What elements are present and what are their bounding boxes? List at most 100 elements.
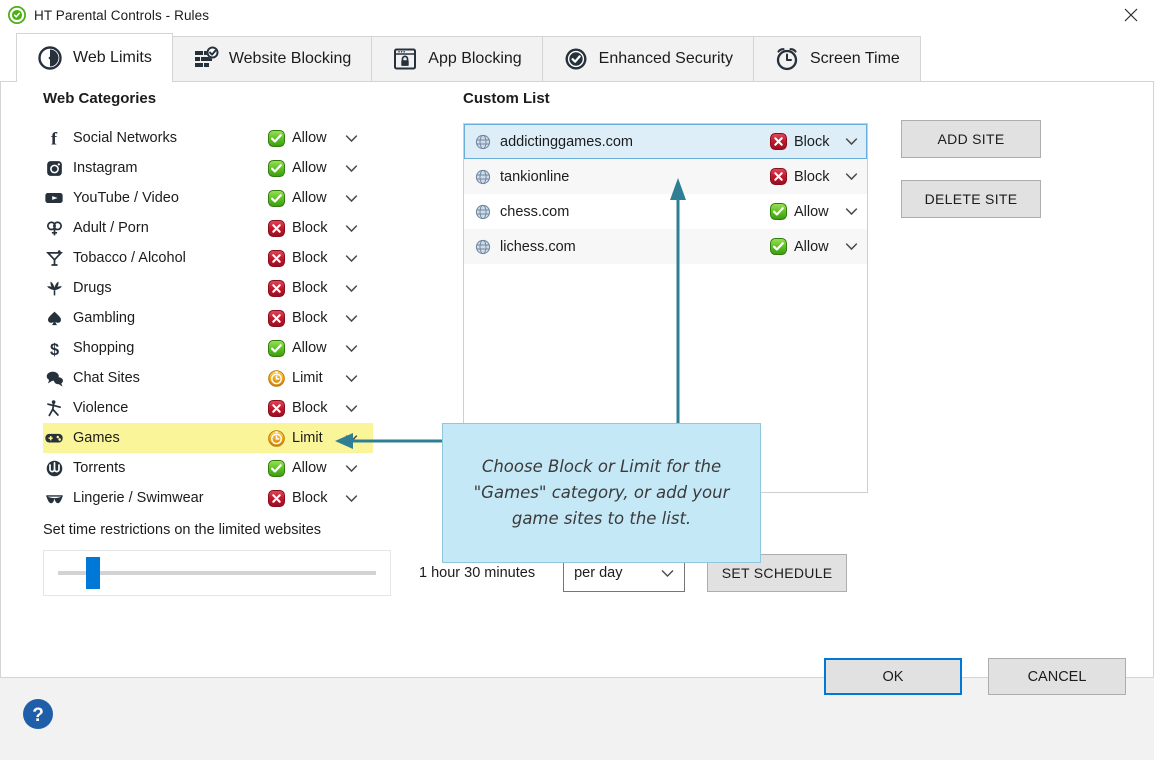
site-label: addictinggames.com (500, 133, 633, 150)
slider-thumb[interactable] (85, 557, 100, 589)
category-state-dropdown[interactable]: Allow (268, 159, 373, 177)
category-row[interactable]: Drugs Block (43, 273, 373, 303)
tab-website-blocking[interactable]: Website Blocking (171, 36, 373, 81)
chevron-down-icon (345, 494, 358, 502)
block-badge-icon (770, 133, 787, 150)
category-row[interactable]: Adult / Porn Block (43, 213, 373, 243)
category-row[interactable]: $ Shopping Allow (43, 333, 373, 363)
category-state-dropdown[interactable]: Block (268, 309, 373, 327)
site-state-dropdown[interactable]: Allow (770, 203, 858, 220)
site-row[interactable]: addictinggames.com Block (464, 124, 867, 159)
category-state-label: Limit (292, 430, 323, 446)
category-state-dropdown[interactable]: Limit (268, 429, 373, 447)
chevron-down-icon (345, 224, 358, 232)
dollar-icon: $ (49, 340, 58, 357)
fighter-icon (43, 397, 65, 419)
category-state-dropdown[interactable]: Block (268, 399, 373, 417)
category-state-dropdown[interactable]: Block (268, 219, 373, 237)
allow-badge-icon (268, 159, 285, 177)
category-row[interactable]: Gambling Block (43, 303, 373, 333)
time-slider[interactable] (43, 550, 391, 596)
category-row[interactable]: Tobacco / Alcohol Block (43, 243, 373, 273)
close-button[interactable] (1108, 0, 1154, 30)
category-row[interactable]: Chat Sites Limit (43, 363, 373, 393)
close-icon (1124, 8, 1138, 22)
globe-icon (475, 239, 491, 254)
category-state-dropdown[interactable]: Allow (268, 189, 373, 207)
window-title: HT Parental Controls - Rules (34, 7, 210, 23)
tab-label: Screen Time (809, 50, 900, 67)
tab-app-blocking[interactable]: App Blocking (371, 36, 543, 81)
chevron-down-icon (345, 194, 358, 202)
allow-badge-icon (268, 459, 285, 477)
category-row[interactable]: Violence Block (43, 393, 373, 423)
category-row[interactable]: Games Limit (43, 423, 373, 453)
category-row[interactable]: Lingerie / Swimwear Block (43, 483, 373, 513)
site-state-dropdown[interactable]: Block (770, 133, 858, 150)
globe-icon (475, 169, 491, 184)
category-state-dropdown[interactable]: Block (268, 489, 373, 507)
block-badge-icon (268, 219, 285, 237)
allow-badge-icon (268, 339, 285, 357)
category-state-dropdown[interactable]: Allow (268, 129, 373, 147)
chevron-down-icon (845, 243, 858, 251)
main-panel: Web Categories f Social Networks Allow In… (0, 82, 1154, 677)
site-state-label: Allow (794, 203, 829, 220)
ok-button[interactable]: OK (824, 658, 962, 695)
limit-badge-icon (268, 429, 285, 447)
category-row[interactable]: YouTube / Video Allow (43, 183, 373, 213)
category-state-dropdown[interactable]: Allow (268, 459, 373, 477)
chat-icon (46, 371, 63, 386)
instagram-icon (43, 157, 65, 179)
help-button[interactable]: ? (22, 698, 54, 730)
site-state-dropdown[interactable]: Block (770, 168, 858, 185)
bra-icon (45, 494, 63, 503)
app-lock-icon (394, 48, 417, 70)
gamepad-icon (45, 433, 63, 443)
chevron-down-icon (345, 374, 358, 382)
delete-site-button[interactable]: DELETE SITE (901, 180, 1041, 218)
category-label: Tobacco / Alcohol (73, 250, 186, 266)
category-row[interactable]: Torrents Allow (43, 453, 373, 483)
tab-enhanced-security[interactable]: Enhanced Security (541, 36, 754, 81)
category-label: Social Networks (73, 130, 177, 146)
tab-label: Website Blocking (228, 50, 352, 67)
category-row[interactable]: Instagram Allow (43, 153, 373, 183)
torrent-icon (43, 457, 65, 479)
site-label: tankionline (500, 168, 570, 185)
category-state-dropdown[interactable]: Block (268, 279, 373, 297)
block-badge-icon (268, 399, 285, 417)
site-action-buttons: ADD SITE DELETE SITE (901, 120, 1041, 218)
site-row[interactable]: tankionline Block (464, 159, 867, 194)
site-row[interactable]: lichess.com Allow (464, 229, 867, 264)
clock-pie-icon (38, 46, 62, 70)
category-state-label: Allow (292, 160, 327, 176)
site-state-dropdown[interactable]: Allow (770, 238, 858, 255)
chevron-down-icon (345, 254, 358, 262)
web-categories-list: f Social Networks Allow Instagram Allow Y… (43, 123, 373, 513)
bra-icon (43, 487, 65, 509)
category-state-label: Block (292, 490, 328, 506)
callout-box: Choose Block or Limit for the "Games" ca… (442, 423, 761, 563)
tab-label: Web Limits (73, 49, 152, 66)
chevron-down-icon (345, 344, 358, 352)
category-row[interactable]: f Social Networks Allow (43, 123, 373, 153)
allow-badge-icon (268, 129, 285, 147)
shield-check-icon (8, 6, 26, 24)
category-state-dropdown[interactable]: Allow (268, 339, 373, 357)
category-label: Instagram (73, 160, 138, 176)
tab-web-limits[interactable]: Web Limits (16, 33, 173, 82)
add-site-button[interactable]: ADD SITE (901, 120, 1041, 158)
category-state-dropdown[interactable]: Block (268, 249, 373, 267)
category-state-dropdown[interactable]: Limit (268, 369, 373, 387)
category-label: Torrents (73, 460, 126, 476)
chevron-down-icon (845, 173, 858, 181)
site-row[interactable]: chess.com Allow (464, 194, 867, 229)
spade-icon (47, 311, 61, 325)
cancel-button[interactable]: CANCEL (988, 658, 1126, 695)
web-categories-section: Web Categories f Social Networks Allow In… (43, 90, 373, 513)
category-label: Drugs (73, 280, 112, 296)
category-label: Gambling (73, 310, 136, 326)
block-badge-icon (268, 489, 285, 507)
tab-screen-time[interactable]: Screen Time (752, 36, 921, 81)
